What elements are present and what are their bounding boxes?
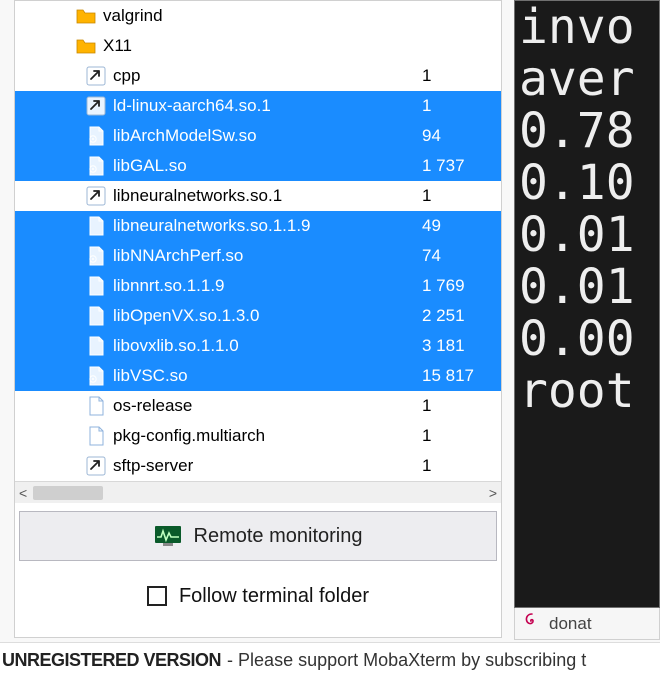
terminal-line: 0.10 — [519, 157, 659, 209]
follow-terminal-checkbox[interactable] — [147, 586, 167, 606]
file-gear-icon — [85, 365, 107, 387]
file-row[interactable]: libNNArchPerf.so74 — [15, 241, 501, 271]
file-size: 1 — [416, 456, 501, 476]
scroll-thumb[interactable] — [33, 486, 103, 500]
unregistered-banner: UNREGISTERED VERSION - Please support Mo… — [0, 642, 660, 678]
folder-icon — [75, 5, 97, 27]
terminal-line: 0.00 — [519, 313, 659, 365]
terminal-line: 0.78 — [519, 105, 659, 157]
file-row[interactable]: pkg-config.multiarch1 — [15, 421, 501, 451]
file-row[interactable]: libnnrt.so.1.1.91 769 — [15, 271, 501, 301]
file-size: 1 737 — [416, 156, 501, 176]
file-size: 3 181 — [416, 336, 501, 356]
scroll-left-icon[interactable]: < — [19, 485, 27, 501]
footer-label: donat — [549, 614, 592, 634]
folder-icon — [75, 35, 97, 57]
file-size: 1 — [416, 96, 501, 116]
file-icon — [85, 395, 107, 417]
file-row[interactable]: ld-linux-aarch64.so.11 — [15, 91, 501, 121]
file-gear-icon — [85, 245, 107, 267]
file-row[interactable]: libOpenVX.so.1.3.02 251 — [15, 301, 501, 331]
file-name: X11 — [103, 36, 416, 56]
file-row[interactable]: cpp1 — [15, 61, 501, 91]
file-name: libVSC.so — [113, 366, 416, 386]
folder-row[interactable]: valgrind — [15, 1, 501, 31]
file-size: 2 251 — [416, 306, 501, 326]
file-size: 74 — [416, 246, 501, 266]
file-name: valgrind — [103, 6, 416, 26]
file-row[interactable]: sftp-server1 — [15, 451, 501, 481]
file-size: 1 — [416, 66, 501, 86]
file-size: 1 — [416, 396, 501, 416]
file-name: pkg-config.multiarch — [113, 426, 416, 446]
file-name: libNNArchPerf.so — [113, 246, 416, 266]
file-row[interactable]: libVSC.so15 817 — [15, 361, 501, 391]
terminal-footer[interactable]: donat — [514, 608, 660, 640]
file-name: sftp-server — [113, 456, 416, 476]
file-name: libOpenVX.so.1.3.0 — [113, 306, 416, 326]
follow-terminal-row[interactable]: Follow terminal folder — [15, 576, 501, 616]
file-name: libGAL.so — [113, 156, 416, 176]
monitor-icon — [154, 525, 182, 547]
file-icon — [85, 275, 107, 297]
file-row[interactable]: libneuralnetworks.so.11 — [15, 181, 501, 211]
file-icon — [85, 305, 107, 327]
follow-terminal-label: Follow terminal folder — [179, 585, 369, 608]
folder-row[interactable]: X11 — [15, 31, 501, 61]
file-row[interactable]: libArchModelSw.so94 — [15, 121, 501, 151]
file-row[interactable]: libneuralnetworks.so.1.1.949 — [15, 211, 501, 241]
file-name: libneuralnetworks.so.1 — [113, 186, 416, 206]
shortcut-icon — [85, 65, 107, 87]
file-row[interactable]: libGAL.so1 737 — [15, 151, 501, 181]
debian-swirl-icon — [523, 612, 541, 635]
shortcut-icon — [85, 185, 107, 207]
file-name: ld-linux-aarch64.so.1 — [113, 96, 416, 116]
file-name: libneuralnetworks.so.1.1.9 — [113, 216, 416, 236]
terminal-line: aver — [519, 53, 659, 105]
terminal-line: root — [519, 365, 659, 417]
file-name: os-release — [113, 396, 416, 416]
file-size: 49 — [416, 216, 501, 236]
file-gear-icon — [85, 125, 107, 147]
file-name: libovxlib.so.1.1.0 — [113, 336, 416, 356]
scroll-track[interactable] — [33, 486, 483, 500]
file-name: libnnrt.so.1.1.9 — [113, 276, 416, 296]
file-size: 94 — [416, 126, 501, 146]
terminal-line: 0.01 — [519, 209, 659, 261]
remote-monitoring-label: Remote monitoring — [194, 525, 363, 548]
terminal-output[interactable]: invoaver0.780.100.010.010.00root — [514, 0, 660, 608]
horizontal-scrollbar[interactable]: < > — [15, 481, 501, 503]
shortcut-icon — [85, 455, 107, 477]
file-icon — [85, 335, 107, 357]
file-row[interactable]: os-release1 — [15, 391, 501, 421]
file-icon — [85, 215, 107, 237]
file-name: libArchModelSw.so — [113, 126, 416, 146]
terminal-line: 0.01 — [519, 261, 659, 313]
file-row[interactable]: libovxlib.so.1.1.03 181 — [15, 331, 501, 361]
terminal-line: invo — [519, 1, 659, 53]
file-list[interactable]: valgrindX11cpp1ld-linux-aarch64.so.11lib… — [15, 1, 501, 481]
banner-bold: UNREGISTERED VERSION — [2, 650, 221, 671]
file-name: cpp — [113, 66, 416, 86]
file-size: 15 817 — [416, 366, 501, 386]
file-size: 1 — [416, 186, 501, 206]
file-icon — [85, 425, 107, 447]
banner-rest: - Please support MobaXterm by subscribin… — [227, 650, 586, 671]
file-size: 1 769 — [416, 276, 501, 296]
remote-monitoring-button[interactable]: Remote monitoring — [19, 511, 497, 561]
scroll-right-icon[interactable]: > — [489, 485, 497, 501]
file-gear-icon — [85, 155, 107, 177]
file-size: 1 — [416, 426, 501, 446]
shortcut-icon — [85, 95, 107, 117]
sftp-panel: valgrindX11cpp1ld-linux-aarch64.so.11lib… — [14, 0, 502, 638]
